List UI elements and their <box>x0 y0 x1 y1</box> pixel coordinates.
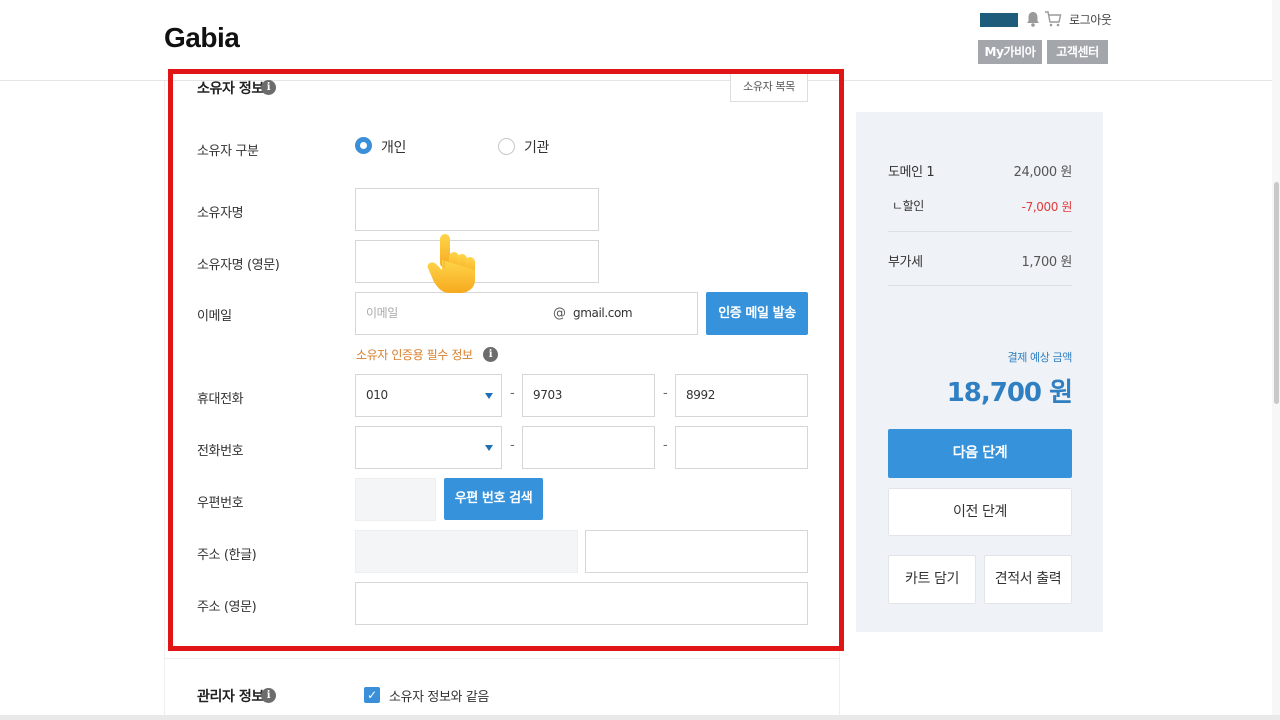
discount-value: -7,000 원 <box>1021 200 1073 214</box>
add-to-cart-button[interactable]: 카트 담기 <box>888 555 976 604</box>
admin-section-title: 관리자 정보 <box>197 689 264 705</box>
total-amount: 18,700 원 <box>946 378 1073 408</box>
logo[interactable]: Gabia <box>164 22 240 54</box>
next-step-button[interactable]: 다음 단계 <box>888 429 1072 478</box>
cart-icon[interactable] <box>1044 10 1062 28</box>
same-as-owner-label[interactable]: 소유자 정보와 같음 <box>389 686 489 705</box>
domain-price: 24,000 원 <box>1013 165 1073 180</box>
section-divider <box>164 658 840 659</box>
bottom-bar <box>0 715 1280 720</box>
summary-divider <box>888 231 1072 232</box>
user-name-redacted[interactable] <box>980 13 1018 27</box>
same-as-owner-checkbox[interactable]: ✓ <box>364 687 380 703</box>
print-quote-button[interactable]: 견적서 출력 <box>984 555 1072 604</box>
summary-divider <box>888 285 1072 286</box>
total-caption: 결제 예상 금액 <box>1007 351 1072 364</box>
prev-step-button[interactable]: 이전 단계 <box>888 488 1072 536</box>
scrollbar-thumb[interactable] <box>1274 182 1279 404</box>
highlight-annotation-box <box>168 69 844 651</box>
mygabia-button[interactable]: My가비아 <box>978 40 1042 64</box>
domain-label: 도메인 1 <box>888 165 935 180</box>
info-icon[interactable]: i <box>261 688 276 703</box>
discount-label: ㄴ할인 <box>892 199 924 213</box>
logout-link[interactable]: 로그아웃 <box>1069 11 1112 28</box>
pointing-hand-icon <box>427 234 475 293</box>
vat-value: 1,700 원 <box>1021 255 1072 270</box>
bell-icon[interactable] <box>1025 10 1041 28</box>
support-button[interactable]: 고객센터 <box>1047 40 1108 64</box>
vat-label: 부가세 <box>888 255 923 270</box>
